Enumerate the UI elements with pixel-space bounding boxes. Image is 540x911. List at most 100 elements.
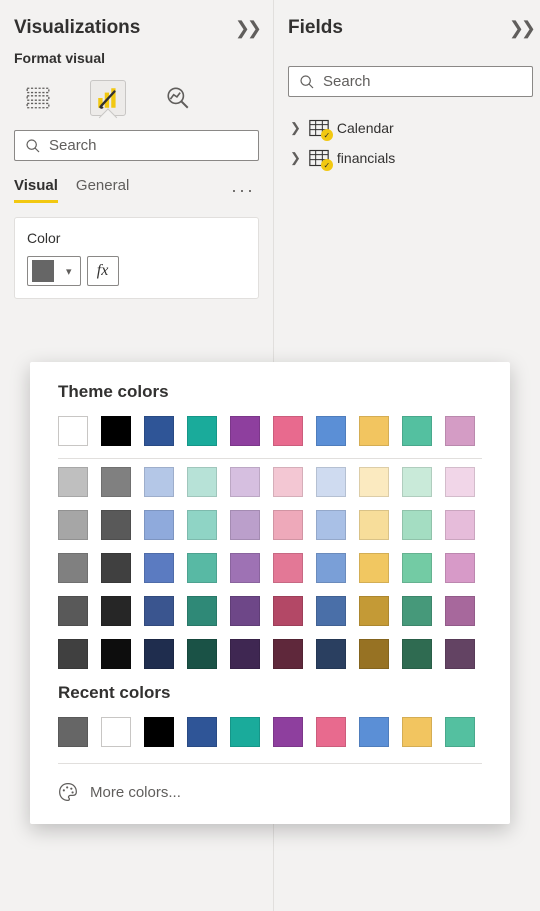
color-swatch[interactable] [58, 639, 88, 669]
color-swatch[interactable] [230, 416, 260, 446]
magnifier-chart-icon [165, 85, 191, 111]
recent-color-swatch[interactable] [101, 717, 131, 747]
color-swatch[interactable] [187, 467, 217, 497]
fields-search-input[interactable] [323, 73, 522, 90]
color-swatch[interactable] [187, 510, 217, 540]
visualizations-search[interactable] [14, 130, 259, 161]
color-swatch[interactable] [402, 510, 432, 540]
color-swatch[interactable] [359, 416, 389, 446]
recent-color-swatch[interactable] [359, 717, 389, 747]
build-visual-tab[interactable] [20, 80, 56, 116]
palette-icon [58, 782, 78, 802]
color-swatch[interactable] [273, 467, 303, 497]
color-swatch[interactable] [58, 596, 88, 626]
collapse-visualizations-icon[interactable]: ❯❯ [235, 18, 259, 39]
color-swatch[interactable] [316, 416, 346, 446]
check-badge-icon: ✓ [321, 129, 333, 141]
color-swatch[interactable] [101, 467, 131, 497]
color-swatch[interactable] [187, 416, 217, 446]
recent-color-swatch[interactable] [58, 717, 88, 747]
color-swatch[interactable] [187, 553, 217, 583]
theme-shades-grid [58, 467, 482, 669]
field-table-item[interactable]: ❯ ✓ financials [288, 143, 533, 173]
color-swatch[interactable] [402, 467, 432, 497]
color-swatch[interactable] [359, 467, 389, 497]
format-visual-subtitle: Format visual [14, 50, 259, 66]
color-swatch[interactable] [58, 510, 88, 540]
color-swatch[interactable] [273, 553, 303, 583]
color-swatch[interactable] [230, 639, 260, 669]
more-colors-button[interactable]: More colors... [58, 774, 482, 802]
collapse-fields-icon[interactable]: ❯❯ [509, 18, 533, 39]
color-swatch[interactable] [230, 596, 260, 626]
color-swatch[interactable] [359, 639, 389, 669]
recent-color-swatch[interactable] [402, 717, 432, 747]
format-visual-tab[interactable] [90, 80, 126, 116]
color-swatch[interactable] [445, 596, 475, 626]
recent-color-swatch[interactable] [187, 717, 217, 747]
more-options-button[interactable]: ··· [231, 180, 259, 201]
color-swatch[interactable] [58, 467, 88, 497]
color-swatch[interactable] [316, 510, 346, 540]
color-swatch[interactable] [187, 639, 217, 669]
table-icon: ✓ [309, 149, 329, 167]
color-swatch[interactable] [445, 639, 475, 669]
color-swatch[interactable] [402, 639, 432, 669]
color-dropdown[interactable]: ▾ [27, 256, 81, 286]
chevron-right-icon: ❯ [290, 150, 301, 166]
color-swatch[interactable] [230, 510, 260, 540]
color-swatch[interactable] [58, 416, 88, 446]
color-swatch[interactable] [402, 416, 432, 446]
fields-header: Fields ❯❯ [288, 8, 533, 48]
color-swatch[interactable] [144, 510, 174, 540]
color-swatch[interactable] [144, 553, 174, 583]
recent-color-swatch[interactable] [445, 717, 475, 747]
color-swatch[interactable] [230, 467, 260, 497]
color-swatch[interactable] [101, 639, 131, 669]
color-swatch[interactable] [316, 639, 346, 669]
color-swatch[interactable] [101, 510, 131, 540]
color-swatch[interactable] [144, 467, 174, 497]
color-swatch[interactable] [273, 596, 303, 626]
color-swatch[interactable] [101, 553, 131, 583]
color-swatch[interactable] [273, 639, 303, 669]
color-swatch[interactable] [187, 596, 217, 626]
fields-search[interactable] [288, 66, 533, 97]
tab-visual[interactable]: Visual [14, 177, 58, 203]
color-swatch[interactable] [316, 553, 346, 583]
color-swatch[interactable] [101, 596, 131, 626]
color-label: Color [27, 230, 246, 246]
field-table-item[interactable]: ❯ ✓ Calendar [288, 113, 533, 143]
color-swatch[interactable] [445, 510, 475, 540]
visualizations-search-input[interactable] [49, 137, 248, 154]
visualizations-title: Visualizations [14, 17, 140, 39]
color-swatch[interactable] [359, 510, 389, 540]
color-swatch[interactable] [230, 553, 260, 583]
color-swatch[interactable] [144, 416, 174, 446]
analytics-tab[interactable] [160, 80, 196, 116]
recent-color-swatch[interactable] [316, 717, 346, 747]
color-swatch[interactable] [359, 553, 389, 583]
current-color-swatch [32, 260, 54, 282]
theme-colors-title: Theme colors [58, 382, 482, 402]
color-swatch[interactable] [101, 416, 131, 446]
color-swatch[interactable] [273, 416, 303, 446]
color-swatch[interactable] [144, 639, 174, 669]
recent-color-swatch[interactable] [144, 717, 174, 747]
color-swatch[interactable] [402, 553, 432, 583]
recent-color-swatch[interactable] [230, 717, 260, 747]
color-swatch[interactable] [445, 416, 475, 446]
color-swatch[interactable] [402, 596, 432, 626]
color-swatch[interactable] [58, 553, 88, 583]
recent-color-swatch[interactable] [273, 717, 303, 747]
color-swatch[interactable] [445, 467, 475, 497]
color-swatch[interactable] [316, 596, 346, 626]
color-swatch[interactable] [316, 467, 346, 497]
fx-button[interactable]: fx [87, 256, 119, 286]
color-swatch[interactable] [144, 596, 174, 626]
color-swatch[interactable] [273, 510, 303, 540]
check-badge-icon: ✓ [321, 159, 333, 171]
color-swatch[interactable] [445, 553, 475, 583]
color-swatch[interactable] [359, 596, 389, 626]
tab-general[interactable]: General [76, 177, 129, 203]
